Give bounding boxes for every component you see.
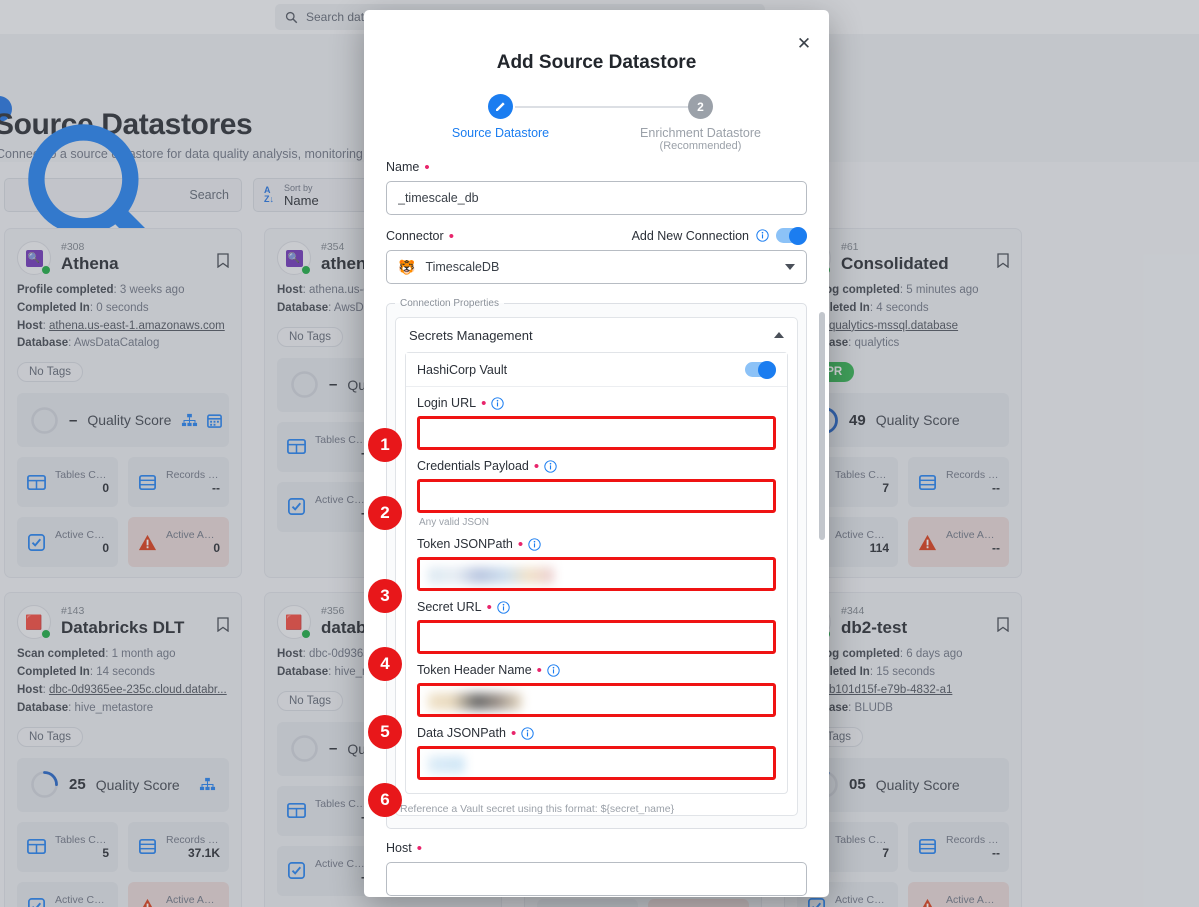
vault-field-label-text: Token JSONPath [417,537,513,551]
info-icon[interactable] [544,459,557,473]
vault-field-input[interactable] [417,416,776,450]
info-icon[interactable] [547,663,560,677]
step-2-label: Enrichment Datastore [640,126,761,140]
step-source-datastore[interactable]: Source Datastore [426,94,576,140]
hashicorp-vault-title: HashiCorp Vault [417,362,508,377]
pencil-icon [496,102,505,111]
hashicorp-vault-toggle[interactable] [745,360,776,379]
wizard-stepper: Source Datastore 2 Enrichment Datastore … [387,94,807,152]
annotation-badge-3: 3 [368,579,402,613]
vault-field: Login URL • [417,396,776,450]
info-icon[interactable] [497,600,510,614]
hashicorp-vault-fields: Login URL • Credentials Payload • Any valid … [406,387,787,793]
vault-field: Token Header Name • [417,663,776,717]
vault-field-label: Token JSONPath • [417,537,776,552]
secrets-management-header[interactable]: Secrets Management [396,318,797,352]
toggle-knob [789,226,807,245]
vault-field: Data JSONPath • [417,726,776,780]
connection-properties-group: Connection Properties Secrets Management… [386,298,807,829]
field-hint: Any valid JSON [419,517,490,528]
host-label-text: Host [386,841,412,855]
name-field-label: Name • [386,159,430,176]
host-field-label: Host • [386,840,422,857]
vault-field-label-text: Secret URL [417,600,482,614]
redacted-value [428,756,465,773]
annotation-badge-5: 5 [368,715,402,749]
name-label-text: Name [386,160,420,174]
vault-field-input[interactable] [417,683,776,717]
timescaledb-icon: 🐯 [398,259,416,275]
vault-field-label-text: Credentials Payload [417,459,529,473]
info-icon[interactable] [528,537,541,551]
step-2-marker: 2 [688,94,713,119]
vault-field: Token JSONPath • [417,537,776,591]
secrets-management-section: Secrets Management HashiCorp Vault Login… [395,317,798,816]
close-icon[interactable]: ✕ [793,32,815,54]
secrets-management-title: Secrets Management [409,327,533,343]
vault-field-label-text: Login URL [417,396,477,410]
vault-field-label: Credentials Payload • [417,459,776,474]
vault-field: Secret URL • [417,600,776,654]
host-input[interactable] [386,862,807,896]
connector-label-row: Connector • Add New Connection [386,226,807,245]
screen: Search datastores Source Datastores Conn… [0,0,1199,907]
chevron-up-icon[interactable] [774,332,784,338]
step-2-sublabel: (Recommended) [659,140,742,152]
add-new-connection-toggle[interactable] [776,226,807,245]
step-1-marker [488,94,513,119]
info-icon[interactable] [521,726,534,740]
add-new-connection-label: Add New Connection [631,228,749,243]
info-icon[interactable] [491,396,505,410]
hashicorp-vault-card: HashiCorp Vault Login URL • Credentials Pa… [405,352,788,794]
step-enrichment-datastore[interactable]: 2 Enrichment Datastore (Recommended) [626,94,776,152]
toggle-knob [758,360,776,379]
name-input[interactable] [386,181,807,215]
vault-field-label: Data JSONPath • [417,726,776,741]
modal-title: Add Source Datastore [496,52,697,73]
add-new-connection-control: Add New Connection [631,226,807,245]
connector-selected-value: TimescaleDB [425,260,500,274]
vault-field-input[interactable] [417,746,776,780]
annotation-badge-4: 4 [368,647,402,681]
vault-field-label: Login URL • [417,396,776,411]
vault-field: Credentials Payload • Any valid JSON [417,459,776,528]
hashicorp-vault-header: HashiCorp Vault [406,353,787,387]
modal-scrollbar[interactable] [819,312,825,540]
annotation-badge-2: 2 [368,496,402,530]
annotation-badge-1: 1 [368,428,402,462]
connection-properties-legend: Connection Properties [400,298,499,309]
redacted-value [428,693,522,710]
vault-field-label-text: Data JSONPath [417,726,506,740]
connector-select[interactable]: 🐯 TimescaleDB [386,250,807,284]
vault-field-input[interactable] [417,557,776,591]
chevron-down-icon [785,264,795,270]
step-1-label: Source Datastore [451,126,550,140]
connector-field-label: Connector • [386,227,454,245]
vault-field-input[interactable] [417,620,776,654]
vault-field-label-text: Token Header Name [417,663,532,677]
vault-field-label: Secret URL • [417,600,776,615]
redacted-value [428,567,554,584]
datastore-form: Name • Connector • Add New Connection [364,160,829,897]
add-source-datastore-modal: ✕ Add Source Datastore Source Datastore … [364,10,829,897]
vault-secret-hint: Reference a Vault secret using this form… [400,803,675,815]
connector-label-text: Connector [386,228,444,243]
annotation-badge-6: 6 [368,783,402,817]
info-icon[interactable] [756,229,769,242]
vault-field-label: Token Header Name • [417,663,776,678]
vault-field-input[interactable] [417,479,776,513]
